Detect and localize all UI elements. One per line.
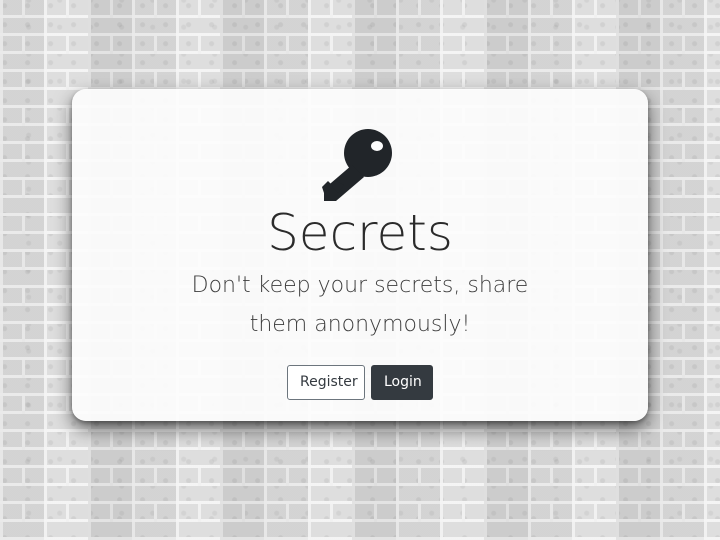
auth-buttons: Register Login: [72, 365, 648, 400]
hero-card: Secrets Don't keep your secrets, share t…: [72, 89, 648, 421]
login-button[interactable]: Login: [371, 365, 433, 400]
tagline: Don't keep your secrets, share them anon…: [191, 273, 529, 337]
register-button[interactable]: Register: [287, 365, 365, 400]
page-title: Secrets: [267, 204, 453, 262]
key-icon: [322, 129, 392, 201]
